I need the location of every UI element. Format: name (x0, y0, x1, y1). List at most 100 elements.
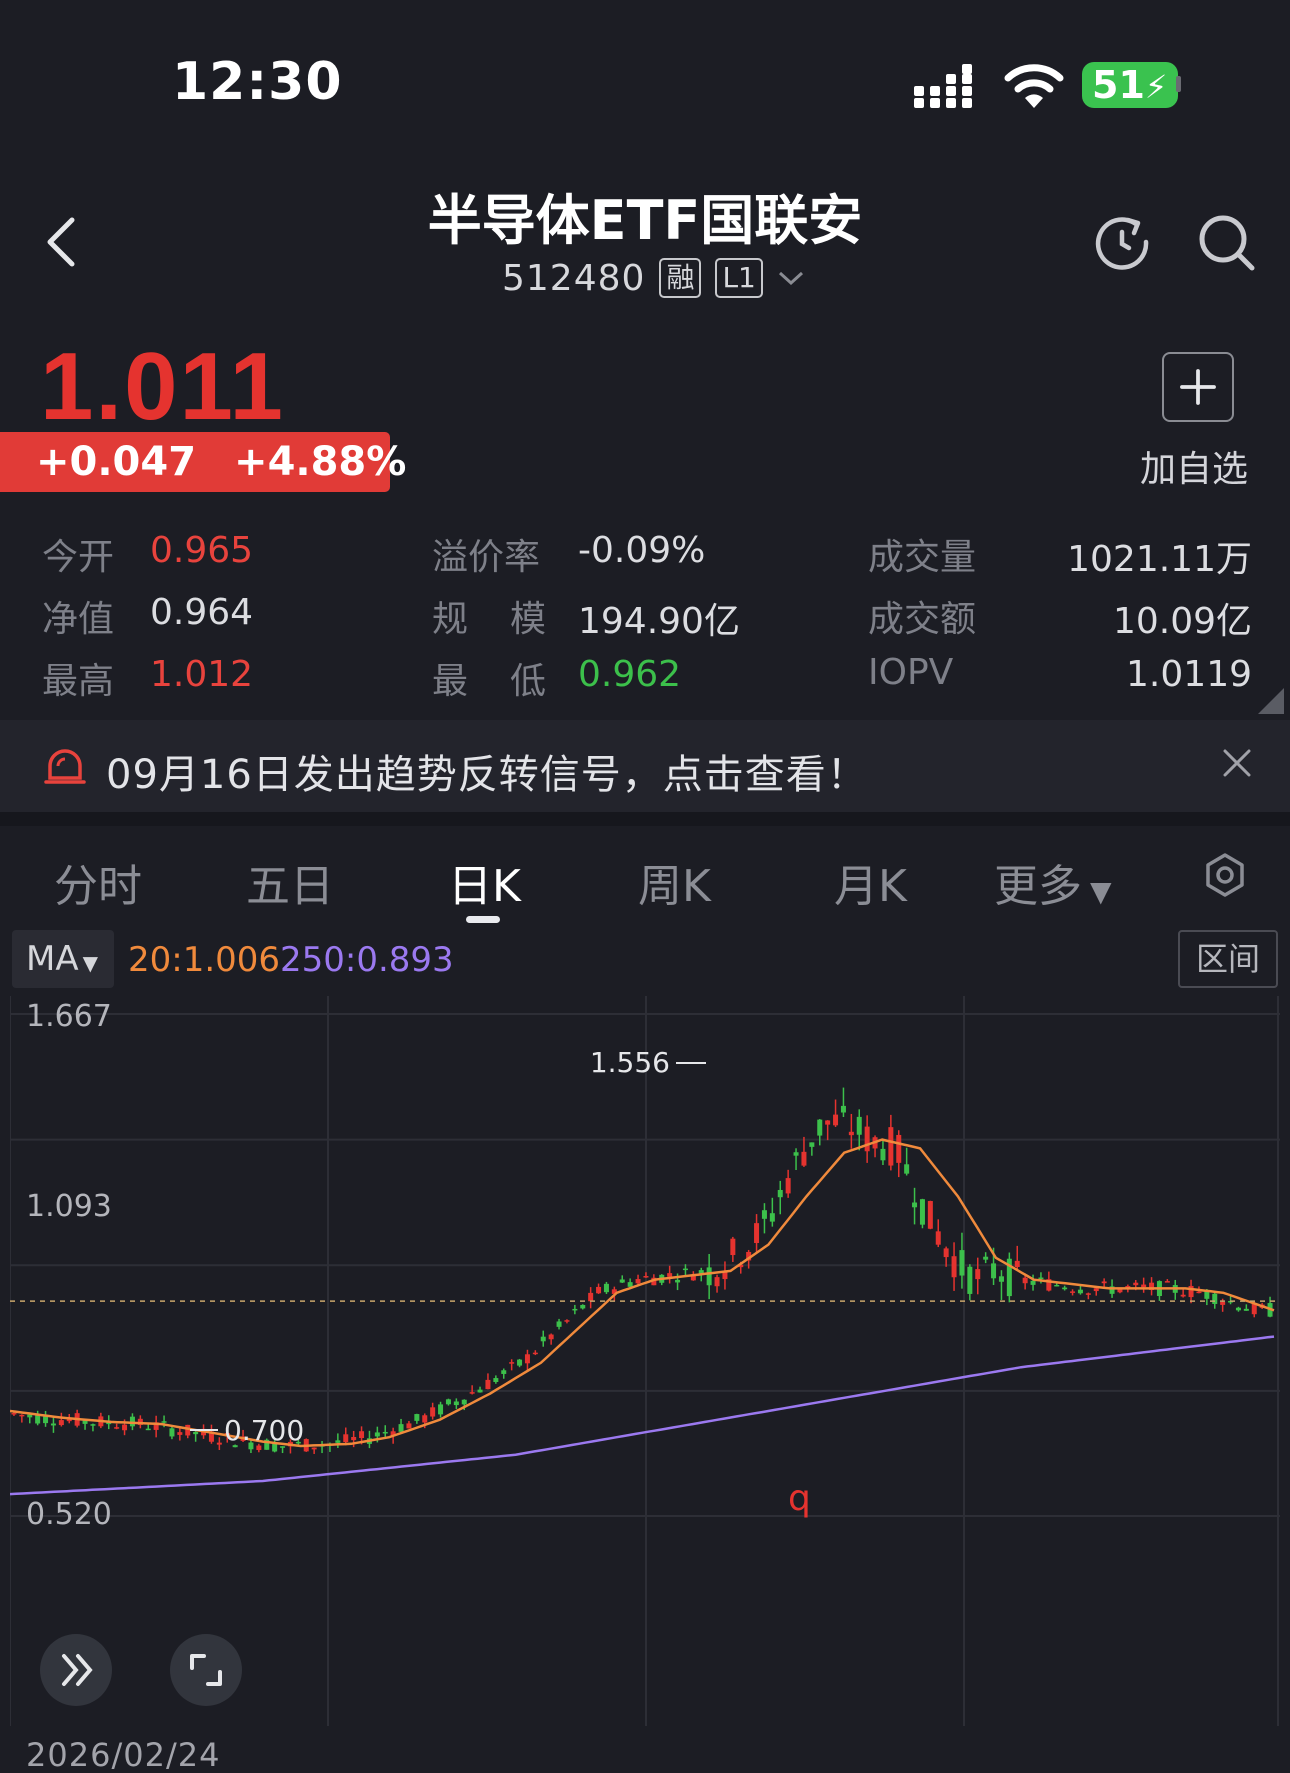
tab-more[interactable]: 更多 ▼ (994, 850, 1112, 914)
candle-body (1030, 1280, 1036, 1285)
candle-body (643, 1276, 649, 1278)
low-value: 0.962 (578, 654, 682, 695)
candle-body (935, 1231, 941, 1245)
tab-weekly-k[interactable]: 周K (638, 850, 711, 914)
low-annotation-text: 0.700 (224, 1414, 304, 1447)
candle-body (351, 1436, 357, 1441)
alarm-icon (44, 749, 86, 784)
signal-banner-text[interactable]: 09月16日发出趋势反转信号，点击查看！ (106, 742, 868, 800)
refresh-icon[interactable] (1092, 212, 1152, 272)
candle-body (619, 1279, 625, 1283)
caret-down-icon: ▼ (1090, 875, 1112, 908)
premium-value: -0.09% (578, 530, 706, 571)
candle-body (1141, 1284, 1147, 1288)
candle-body (517, 1359, 523, 1366)
candle-body (1077, 1289, 1083, 1294)
fullscreen-button[interactable] (170, 1634, 242, 1706)
candle-body (469, 1392, 475, 1394)
ma20-line (10, 1138, 1275, 1448)
search-icon[interactable] (1196, 212, 1256, 272)
settings-hexagon-icon[interactable] (1202, 852, 1248, 898)
charging-bolt-icon: ⚡ (1144, 68, 1168, 106)
candle-body (809, 1142, 815, 1147)
candle-body (27, 1414, 33, 1418)
candle-body (169, 1428, 175, 1437)
tab-daily-k[interactable]: 日K (448, 850, 521, 914)
candle-body (1164, 1281, 1170, 1283)
candle-body (975, 1269, 981, 1280)
change-value: +0.047 (36, 439, 197, 485)
add-watchlist-icon[interactable] (1162, 352, 1234, 422)
ma-selector[interactable]: MA ▼ (12, 930, 114, 988)
candle-body (888, 1127, 894, 1166)
security-code: 512480 (502, 257, 646, 299)
candle-body (754, 1223, 760, 1244)
candle-body (1022, 1277, 1028, 1284)
candle-body (998, 1276, 1004, 1282)
high-label: 最高 (42, 661, 115, 702)
candle-body (145, 1428, 151, 1431)
add-watchlist-label[interactable]: 加自选 (1140, 440, 1248, 492)
candle-body (177, 1432, 183, 1435)
candle-body (801, 1151, 807, 1166)
change-percent: +4.88% (234, 439, 407, 485)
candle-body (667, 1273, 673, 1277)
expand-corner-icon[interactable] (1258, 688, 1284, 714)
y-mid-label: 1.093 (26, 1189, 112, 1224)
tab-monthly-k[interactable]: 月K (834, 850, 907, 914)
candle-body (1220, 1301, 1226, 1305)
tab-five-day[interactable]: 五日 (246, 850, 334, 914)
candle-body (785, 1178, 791, 1194)
candle-body (588, 1292, 594, 1302)
close-icon[interactable] (1222, 748, 1252, 778)
candle-body (596, 1286, 602, 1294)
candle-body (414, 1414, 420, 1421)
fullscreen-icon (190, 1654, 222, 1686)
candle-body (848, 1131, 854, 1136)
range-button[interactable]: 区间 (1178, 930, 1278, 988)
candle-body (161, 1421, 167, 1423)
candle-body (1070, 1291, 1076, 1293)
candle-body (556, 1321, 562, 1327)
volume-label: 成交量 (868, 537, 977, 578)
candle-body (1062, 1287, 1068, 1290)
candle-body (817, 1119, 823, 1136)
iopv-label: IOPV (868, 652, 954, 693)
candle-body (406, 1423, 412, 1429)
candle-body (493, 1378, 499, 1382)
y-max-label: 1.667 (26, 999, 112, 1034)
candle-body (912, 1202, 918, 1208)
candle-body (1133, 1282, 1139, 1286)
candle-body (682, 1268, 688, 1271)
scale-label-2: 模 (510, 599, 547, 640)
candle-body (793, 1152, 799, 1156)
tab-intraday[interactable]: 分时 (54, 850, 142, 914)
code-row[interactable]: 512480 融 L1 (502, 254, 805, 302)
battery-tip (1176, 76, 1181, 92)
candle-body (1180, 1294, 1186, 1297)
candle-body (706, 1267, 712, 1286)
caret-down-icon: ▼ (82, 951, 98, 975)
ma20-readout: 20:1.006 (128, 940, 281, 980)
expand-panel-button[interactable] (40, 1634, 112, 1706)
candle-body (880, 1148, 886, 1161)
high-value: 1.012 (150, 654, 254, 695)
active-tab-indicator (466, 916, 500, 923)
candle-body (382, 1431, 388, 1434)
open-value: 0.965 (150, 530, 254, 571)
candle-body (50, 1423, 56, 1426)
candlestick-chart[interactable]: 1.667 1.093 0.520 1.556 0.700 q (10, 996, 1280, 1726)
double-chevron-right-icon (62, 1654, 93, 1686)
candle-body (445, 1399, 451, 1405)
chevron-down-icon[interactable] (777, 268, 805, 288)
candle-body (335, 1440, 341, 1443)
candle-body (82, 1420, 88, 1424)
candle-body (825, 1120, 831, 1125)
candle-body (1093, 1288, 1099, 1292)
cellular-signal-icon (914, 64, 972, 108)
x-axis-start-date: 2026/02/24 (26, 1736, 221, 1773)
amount-value: 10.09亿 (1112, 601, 1252, 642)
y-min-label: 0.520 (26, 1497, 112, 1532)
margin-tag: 融 (659, 258, 702, 298)
candle-body (477, 1389, 483, 1393)
